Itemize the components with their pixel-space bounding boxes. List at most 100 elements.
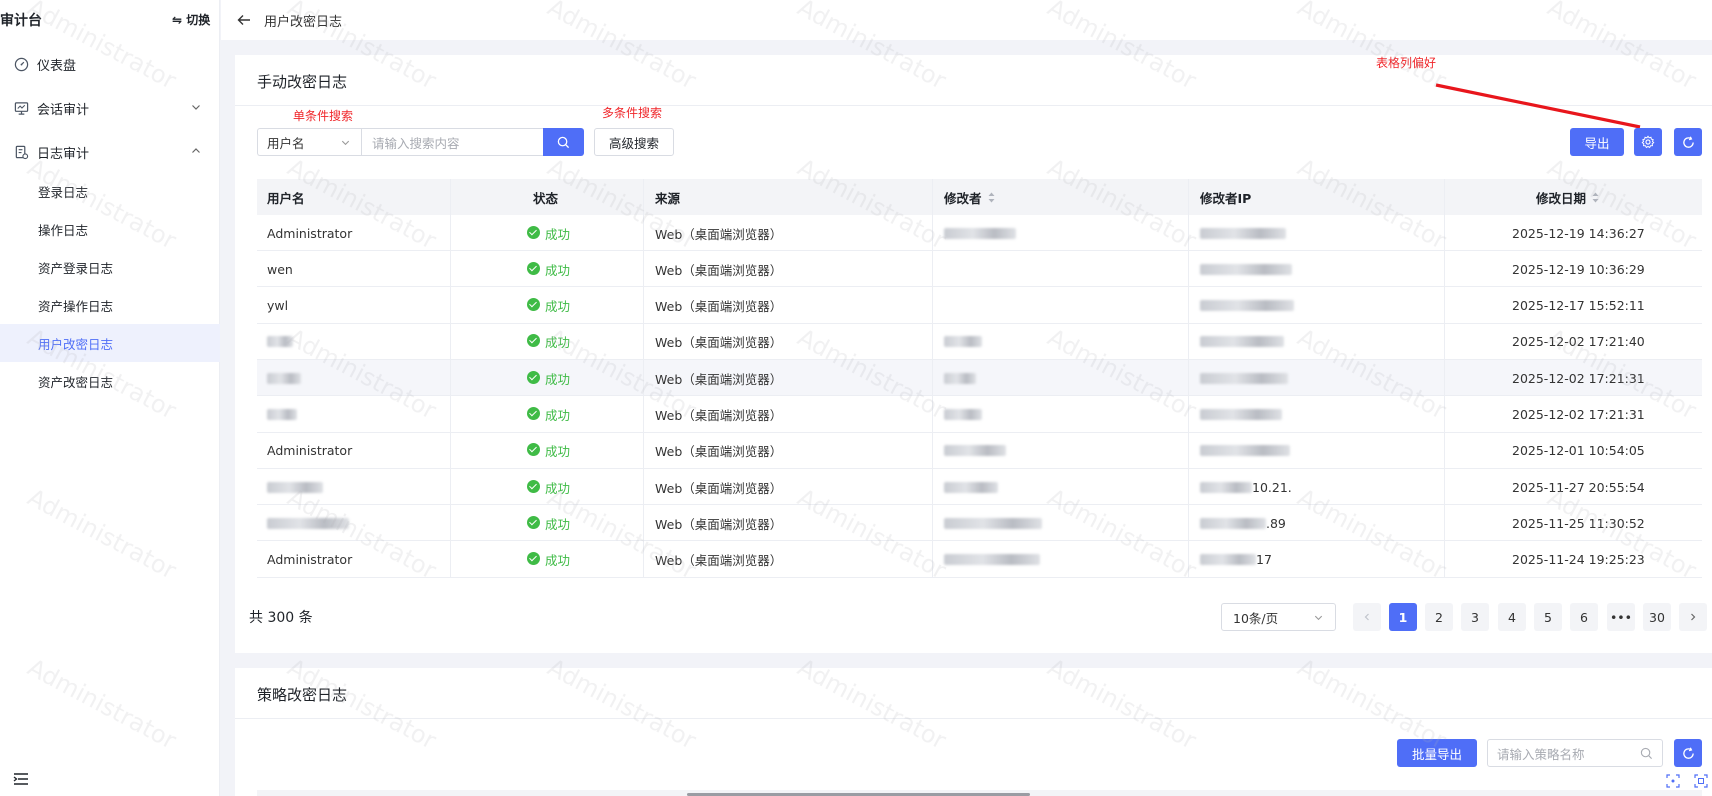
prev-page-button[interactable] (1353, 603, 1381, 631)
cell-modifier (944, 505, 1042, 541)
search-icon (557, 136, 570, 148)
column-divider (450, 179, 451, 577)
sidebar-item-asset-operation-log[interactable]: 资产操作日志 (0, 286, 220, 324)
cell-status: 成功 (527, 397, 570, 433)
page-button[interactable]: 30 (1643, 603, 1671, 631)
table-row[interactable]: 成功 Web（桌面端浏览器） 2025-12-02 17:21:31 (257, 360, 1702, 397)
redacted-block (1200, 300, 1294, 312)
cell-modifier-ip: 17 (1200, 542, 1272, 578)
status-badge: 成功 (527, 332, 570, 351)
menu-item-dashboard[interactable]: 仪表盘 (0, 44, 220, 84)
cell-username-text: Administrator (267, 552, 353, 568)
next-page-button[interactable] (1679, 603, 1707, 631)
section-title: 策略改密日志 (257, 686, 348, 704)
status-badge: 成功 (527, 514, 570, 533)
cell-source: Web（桌面端浏览器） (655, 433, 782, 469)
cell-date-text: 2025-11-24 19:25:23 (1512, 552, 1645, 568)
table-row[interactable]: Administrator 成功 Web（桌面端浏览器） 2025-12-19 14:… (257, 215, 1702, 251)
table-header: 用户名 状态 来源 修改者 修改者IP 修改日期 (257, 179, 1702, 215)
table-row[interactable]: 成功 Web（桌面端浏览器） 2025-12-02 17:21:31 (257, 397, 1702, 433)
page-button[interactable]: 5 (1534, 603, 1562, 631)
cell-username-text: wen (267, 261, 293, 277)
app-title: 审计台 (0, 13, 42, 29)
cell-date-text: 2025-12-02 17:21:31 (1512, 407, 1645, 422)
table-row[interactable]: 成功 Web（桌面端浏览器） 2025-12-02 17:21:40 (257, 324, 1702, 360)
column-header-source[interactable]: 来源 (655, 179, 680, 215)
policy-refresh-button[interactable] (1674, 739, 1702, 767)
switch-button[interactable]: ⇋ 切换 (172, 11, 210, 28)
log-file-icon (13, 144, 29, 160)
sidebar-item-asset-login-log[interactable]: 资产登录日志 (0, 248, 220, 286)
table-row[interactable]: 成功 Web（桌面端浏览器） .89 2025-11-25 11:30:52 (257, 505, 1702, 542)
export-button[interactable]: 导出 (1570, 128, 1624, 156)
table-row[interactable]: Administrator 成功 Web（桌面端浏览器） 17 2025-11-24 1… (257, 542, 1702, 578)
cell-modifier (944, 433, 1006, 469)
page-button[interactable]: 3 (1461, 603, 1489, 631)
cell-username (267, 324, 293, 360)
redacted-block (1200, 227, 1286, 239)
check-circle-icon (527, 479, 540, 493)
sidebar-item-asset-password-log[interactable]: 资产改密日志 (0, 362, 220, 400)
check-circle-icon (527, 407, 540, 420)
column-header-modifier-ip[interactable]: 修改者IP (1200, 179, 1251, 215)
redacted-block (1200, 517, 1266, 529)
cell-date: 2025-12-02 17:21:31 (1512, 397, 1645, 433)
cell-source-text: Web（桌面端浏览器） (655, 299, 783, 315)
column-header-modifier[interactable]: 修改者 (944, 179, 995, 215)
batch-export-button[interactable]: 批量导出 (1397, 739, 1477, 767)
page-size-select[interactable]: 10条/页 (1221, 603, 1336, 631)
sort-icon[interactable] (1592, 192, 1599, 203)
table-row[interactable]: ywl 成功 Web（桌面端浏览器） 2025-12-17 15:52:11 (257, 288, 1702, 324)
table-row[interactable]: Administrator 成功 Web（桌面端浏览器） 2025-12-01 10:… (257, 433, 1702, 469)
column-header-date[interactable]: 修改日期 (1536, 179, 1599, 215)
check-circle-icon (527, 334, 540, 348)
menu-collapse-icon[interactable] (13, 772, 29, 786)
sort-icon[interactable] (988, 192, 995, 203)
refresh-button[interactable] (1674, 128, 1702, 156)
column-settings-button[interactable] (1634, 128, 1662, 156)
redacted-block (1200, 445, 1290, 457)
status-badge: 成功 (527, 369, 570, 388)
cell-date-text: 2025-11-25 11:30:52 (1512, 515, 1645, 531)
cell-source: Web（桌面端浏览器） (655, 542, 782, 578)
cell-modifier-ip (1200, 397, 1282, 433)
column-header-status[interactable]: 状态 (533, 179, 558, 215)
table-row[interactable]: 成功 Web（桌面端浏览器） 10.21. 2025-11-27 20:55:54 (257, 469, 1702, 506)
menu-item-log-audit[interactable]: 日志审计 (0, 132, 220, 172)
sidebar-item-login-log[interactable]: 登录日志 (0, 172, 220, 210)
table-row[interactable]: wen 成功 Web（桌面端浏览器） 2025-12-19 10:36:29 (257, 251, 1702, 288)
status-badge: 成功 (527, 224, 570, 243)
page-button[interactable]: 4 (1498, 603, 1526, 631)
search-button[interactable] (543, 128, 584, 156)
chevron-down-icon (1314, 615, 1323, 621)
redacted-block (1200, 554, 1256, 566)
page-button[interactable]: 6 (1570, 603, 1598, 631)
cell-source: Web（桌面端浏览器） (655, 288, 782, 324)
cell-date: 2025-12-19 14:36:27 (1512, 215, 1645, 251)
cell-date: 2025-12-19 10:36:29 (1512, 251, 1645, 287)
cell-date: 2025-11-24 19:25:23 (1512, 542, 1645, 578)
cell-date: 2025-11-25 11:30:52 (1512, 505, 1645, 541)
page-ellipsis[interactable]: ••• (1607, 603, 1635, 631)
focus-icon[interactable] (1666, 774, 1680, 788)
advanced-search-button[interactable]: 高级搜索 (594, 128, 674, 156)
status-badge: 成功 (527, 296, 570, 315)
policy-search-input[interactable]: 请输入策略名称 (1487, 739, 1663, 767)
cell-username-text: ywl (267, 298, 289, 314)
back-arrow-icon[interactable] (236, 12, 252, 28)
search-input[interactable]: 请输入搜索内容 (361, 128, 543, 156)
column-divider (1188, 179, 1189, 577)
cell-status: 成功 (527, 360, 570, 396)
cell-username-text: Administrator (267, 443, 353, 459)
page-button[interactable]: 1 (1389, 603, 1417, 631)
cell-modifier-ip: .89 (1200, 505, 1286, 541)
divider (235, 718, 1712, 719)
page-button[interactable]: 2 (1425, 603, 1453, 631)
search-field-select[interactable]: 用户名 (257, 128, 361, 156)
sidebar-item-operation-log[interactable]: 操作日志 (0, 210, 220, 248)
column-header-username[interactable]: 用户名 (267, 179, 305, 215)
sidebar-item-user-password-log[interactable]: 用户改密日志 (0, 324, 220, 362)
menu-item-session-audit[interactable]: 会话审计 (0, 88, 220, 128)
page-size-value: 10条/页 (1233, 610, 1279, 626)
fullscreen-icon[interactable] (1694, 774, 1708, 788)
